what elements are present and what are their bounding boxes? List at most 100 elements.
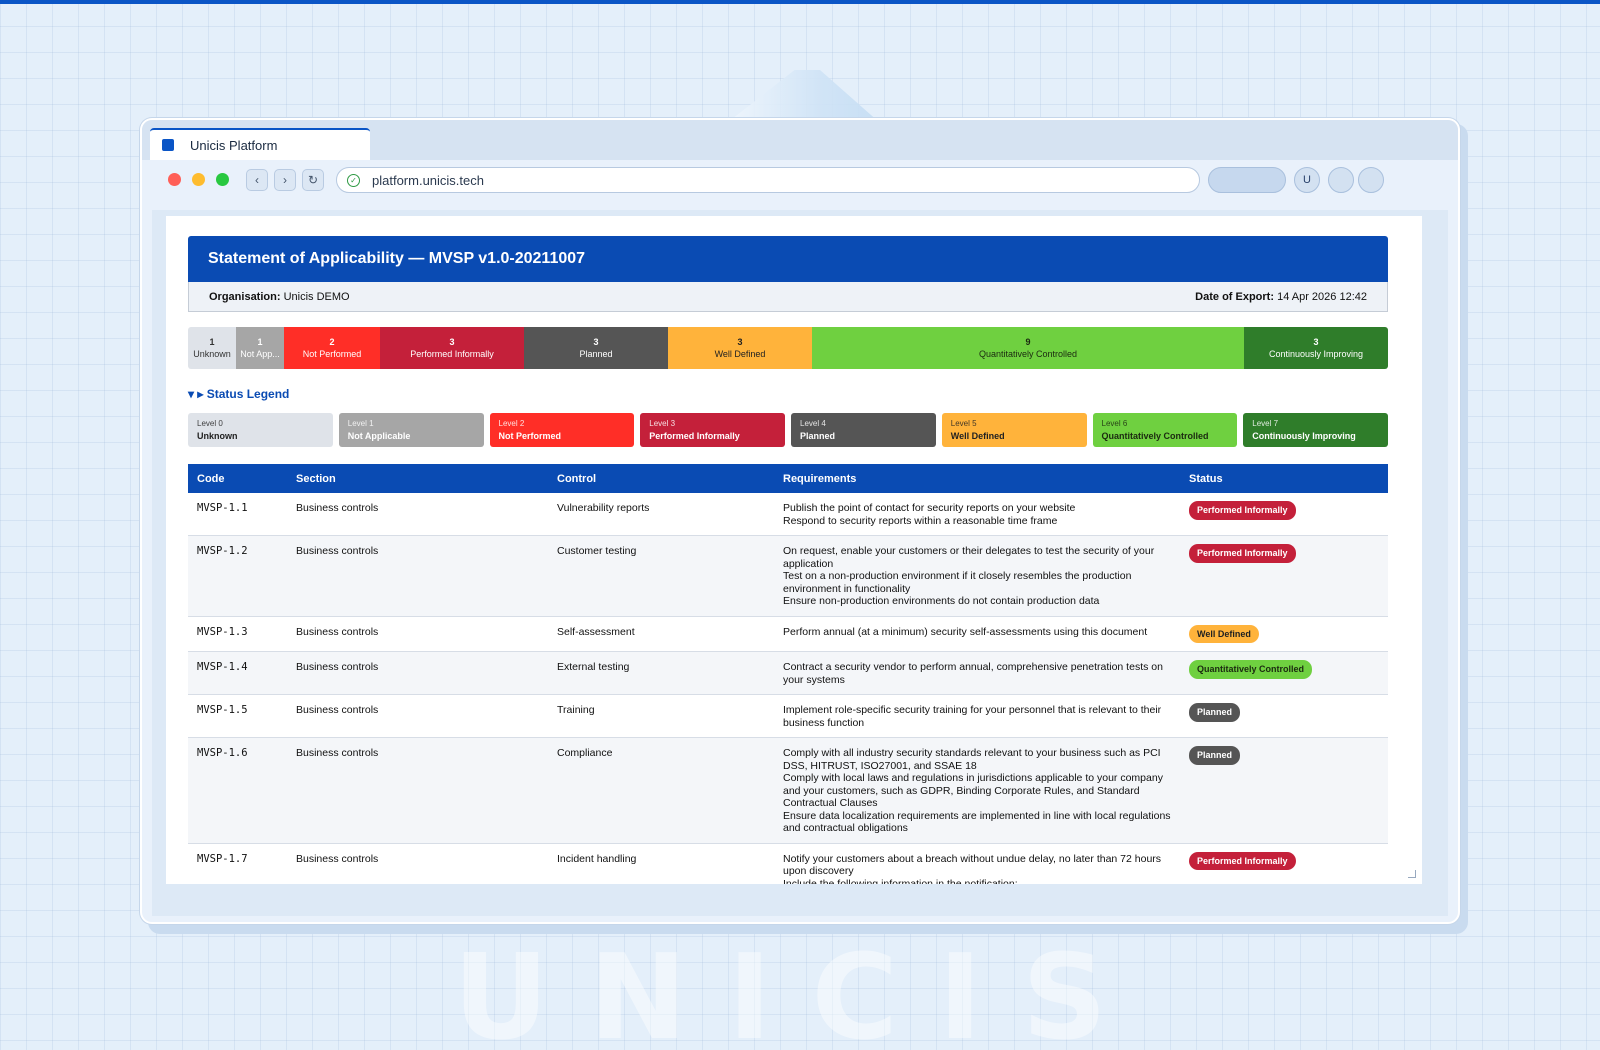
requirement-line: Comply with local laws and regulations i… <box>783 772 1163 809</box>
cell-code: MVSP-1.3 <box>188 616 287 652</box>
requirement-line: Perform annual (at a minimum) security s… <box>783 625 1148 638</box>
cell-requirements: Notify your customers about a breach wit… <box>774 843 1180 884</box>
legend-card: Level 1 Not Applicable <box>338 413 484 447</box>
cell-section: Business controls <box>287 616 548 652</box>
table-row[interactable]: MVSP-1.3 Business controls Self-assessment… <box>188 616 1388 652</box>
close-window-button[interactable] <box>168 173 181 186</box>
organisation-label: Organisation: <box>209 290 281 303</box>
avatar[interactable]: U <box>1294 167 1320 193</box>
column-header-code[interactable]: Code <box>188 464 287 493</box>
requirement-line: Respond to security reports within a rea… <box>783 514 1058 527</box>
forward-button[interactable]: › <box>274 169 296 191</box>
cell-control: Customer testing <box>548 535 774 617</box>
legend-name: Not Performed <box>498 431 562 441</box>
legend-level: Level 5 <box>950 419 977 428</box>
segment-count: 1 <box>257 337 263 347</box>
segment-label: Performed Informally <box>410 349 494 359</box>
segment-count: 3 <box>1313 337 1319 347</box>
legend-level: Level 4 <box>800 419 826 428</box>
table-row[interactable]: MVSP-1.6 Business controls Compliance Compl… <box>188 737 1388 844</box>
segment-count: 1 <box>209 337 215 347</box>
status-badge: Quantitatively Controlled <box>1189 660 1313 679</box>
legend-card: Level 4 Planned <box>791 413 936 447</box>
table-row[interactable]: MVSP-1.7 Business controls Incident handli… <box>188 843 1388 884</box>
export-date-info: Date of Export: 14 Apr 2026 12:42 <box>1195 291 1367 303</box>
requirement-line: Test on a non-production environment if … <box>783 570 1132 595</box>
report-page[interactable]: Statement of Applicability — MVSP v1.0-2… <box>166 216 1422 884</box>
table-row[interactable]: MVSP-1.4 Business controls External testin… <box>188 651 1388 695</box>
legend-name: Continuously Improving <box>1252 431 1356 441</box>
cell-code: MVSP-1.7 <box>188 843 287 884</box>
segment-label: Unknown <box>193 349 231 359</box>
cell-code: MVSP-1.5 <box>188 694 287 738</box>
requirement-line: Publish the point of contact for securit… <box>783 502 1076 514</box>
segment-label: Planned <box>579 349 613 359</box>
browser-toolbar: ‹ › ↻ ✓ platform.unicis.tech U <box>142 160 1458 200</box>
segment-count: 3 <box>449 337 455 347</box>
cell-code: MVSP-1.6 <box>188 737 287 844</box>
legend-level: Level 1 <box>347 419 374 428</box>
legend-card: Level 6 Quantitatively Controlled <box>1092 413 1238 447</box>
distribution-segment[interactable]: 2 Not Performed <box>284 327 380 369</box>
legend-name: Performed Informally <box>649 431 740 441</box>
table-row[interactable]: MVSP-1.5 Business controls Training Impleme… <box>188 694 1388 738</box>
cell-code: MVSP-1.2 <box>188 535 287 617</box>
minimize-window-button[interactable] <box>192 173 205 186</box>
requirement-line: Include the following information in the… <box>783 877 1018 885</box>
column-header-section[interactable]: Section <box>287 464 548 493</box>
column-header-status[interactable]: Status <box>1180 464 1388 493</box>
segment-label: Continuously Improving <box>1268 349 1364 359</box>
legend-name: Unknown <box>197 431 238 441</box>
legend-level: Level 2 <box>498 419 525 428</box>
browser-window: Unicis Platform ‹ › ↻ ✓ platform.unicis.… <box>140 118 1460 924</box>
cell-status: Planned <box>1180 694 1388 738</box>
reload-button[interactable]: ↻ <box>302 169 324 191</box>
secure-check-icon: ✓ <box>347 173 360 187</box>
segment-count: 3 <box>737 337 743 347</box>
distribution-segment[interactable]: 1 Unknown <box>188 327 236 369</box>
address-bar[interactable]: ✓ platform.unicis.tech <box>336 167 1200 193</box>
column-header-requirements[interactable]: Requirements <box>774 464 1180 493</box>
legend-card: Level 7 Continuously Improving <box>1243 413 1388 447</box>
cell-status: Performed Informally <box>1180 535 1388 617</box>
toolbar-pill-button[interactable] <box>1208 167 1286 193</box>
legend-level: Level 3 <box>649 419 676 428</box>
segment-label: Quantitatively Controlled <box>978 349 1078 359</box>
browser-tab[interactable]: Unicis Platform <box>150 128 370 160</box>
segment-label: Not App... <box>240 349 280 359</box>
legend-name: Quantitatively Controlled <box>1101 431 1209 441</box>
page-viewport: Statement of Applicability — MVSP v1.0-2… <box>152 210 1448 916</box>
legend-name: Planned <box>800 431 836 441</box>
menu-button[interactable] <box>1358 167 1384 193</box>
distribution-segment[interactable]: 3 Continuously Improving <box>1244 327 1388 369</box>
requirement-line: Notify your customers about a breach wit… <box>783 852 1162 878</box>
cell-code: MVSP-1.4 <box>188 651 287 695</box>
cell-section: Business controls <box>287 651 548 695</box>
table-row[interactable]: MVSP-1.2 Business controls Customer testin… <box>188 535 1388 617</box>
cell-requirements: Comply with all industry security standa… <box>774 737 1180 844</box>
segment-label: Not Performed <box>302 349 362 359</box>
resize-grip-icon[interactable] <box>1408 870 1416 878</box>
back-button[interactable]: ‹ <box>246 169 268 191</box>
organisation-value: Unicis DEMO <box>283 290 350 303</box>
cell-control: Incident handling <box>548 843 774 884</box>
cell-status: Performed Informally <box>1180 493 1388 536</box>
distribution-segment[interactable]: 3 Well Defined <box>668 327 812 369</box>
maximize-window-button[interactable] <box>216 173 229 186</box>
brand-watermark: UNICIS <box>453 928 1147 1050</box>
extension-button[interactable] <box>1328 167 1354 193</box>
status-badge: Planned <box>1189 746 1241 765</box>
distribution-segment[interactable]: 1 Not App... <box>236 327 284 369</box>
distribution-segment[interactable]: 3 Performed Informally <box>380 327 524 369</box>
distribution-segment[interactable]: 3 Planned <box>524 327 668 369</box>
legend-level: Level 7 <box>1252 419 1279 428</box>
distribution-segment[interactable]: 9 Quantitatively Controlled <box>812 327 1244 369</box>
table-row[interactable]: MVSP-1.1 Business controls Vulnerability r… <box>188 493 1388 536</box>
cell-code: MVSP-1.1 <box>188 493 287 536</box>
column-header-control[interactable]: Control <box>548 464 774 493</box>
cell-section: Business controls <box>287 493 548 536</box>
controls-table: Code Section Control Requirements Status… <box>188 464 1388 884</box>
status-legend-toggle[interactable]: ▾ ▸ Status Legend <box>188 387 289 401</box>
legend-card: Level 2 Not Performed <box>489 413 635 447</box>
requirement-line: Implement role-specific security trainin… <box>783 704 1162 729</box>
